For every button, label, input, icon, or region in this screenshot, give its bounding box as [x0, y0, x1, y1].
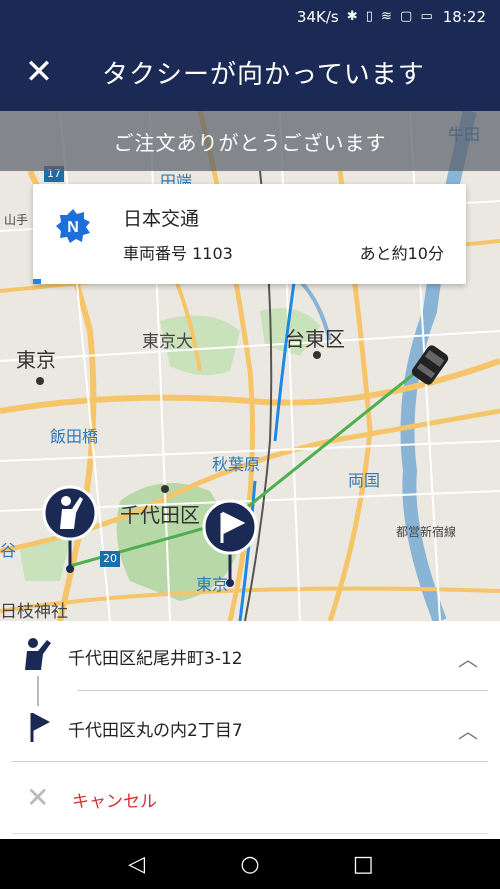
- status-bar: 34K/s ✱ ▯ ≋ ▢ ▭ 18:22: [0, 0, 500, 33]
- route-panel: 千代田区紀尾井町3-12 ︿ 千代田区丸の内2丁目7 ︿ ✕ キャンセル: [0, 621, 500, 839]
- map-label-hie-shrine: 日枝神社: [0, 602, 68, 621]
- app-bar: ✕ タクシーが向かっています: [0, 33, 500, 111]
- map-label-ryogoku: 両国: [348, 471, 381, 490]
- map-label-akihabara: 秋葉原: [212, 455, 261, 474]
- close-icon[interactable]: ✕: [0, 52, 78, 92]
- chevron-up-icon[interactable]: ︿: [458, 643, 478, 672]
- recents-icon[interactable]: □: [343, 852, 383, 877]
- divider: [12, 833, 488, 834]
- close-icon: ✕: [26, 781, 50, 814]
- cancel-button[interactable]: ✕ キャンセル: [0, 763, 500, 831]
- car-number: 車両番号 1103: [123, 244, 233, 263]
- cancel-label: キャンセル: [72, 792, 157, 812]
- thank-you-banner: ご注文ありがとうございます: [0, 111, 500, 171]
- destination-pin-icon[interactable]: [200, 499, 260, 599]
- map-label-tani: 谷: [0, 541, 17, 560]
- page-title: タクシーが向かっています: [102, 59, 425, 90]
- flag-icon: [30, 713, 50, 742]
- divider: [78, 690, 488, 691]
- map-label-route-20: 20: [103, 552, 117, 565]
- map-label-subway-line: 都営新宿線: [396, 525, 457, 539]
- chevron-up-icon[interactable]: ︿: [458, 715, 478, 744]
- company-logo-icon: N: [56, 209, 90, 243]
- map-label-tokyo-univ: 東京大: [142, 332, 193, 352]
- driver-info-card[interactable]: N 日本交通 車両番号 1103 あと約10分: [33, 184, 466, 284]
- dropoff-address: 千代田区丸の内2丁目7: [68, 721, 243, 741]
- eta-text: あと約10分: [359, 244, 444, 263]
- person-waving-icon: [25, 638, 51, 670]
- dropoff-row[interactable]: 千代田区丸の内2丁目7 ︿: [0, 693, 500, 763]
- map-label-chiyoda: 千代田区: [120, 503, 200, 527]
- map-label-tokyo: 東京: [16, 348, 56, 372]
- svg-text:N: N: [67, 219, 79, 236]
- divider: [12, 761, 488, 762]
- pickup-pin-icon[interactable]: [40, 485, 100, 585]
- network-speed: 34K/s: [296, 7, 339, 26]
- clock: 18:22: [442, 7, 486, 26]
- back-icon[interactable]: ◁: [117, 852, 157, 877]
- map-label-iidabashi: 飯田橋: [50, 427, 99, 446]
- home-icon[interactable]: ○: [230, 852, 270, 877]
- pickup-row[interactable]: 千代田区紀尾井町3-12 ︿: [0, 621, 500, 691]
- status-icons: ✱ ▯ ≋ ▢ ▭: [346, 9, 435, 24]
- card-accent: [33, 279, 41, 284]
- map-label-taito: 台東区: [285, 327, 345, 351]
- pickup-address: 千代田区紀尾井町3-12: [68, 649, 243, 669]
- map-label-yamate: 山手: [4, 213, 29, 227]
- system-nav-bar: ◁ ○ □: [0, 839, 500, 889]
- taxi-car-icon: [411, 345, 449, 385]
- company-name: 日本交通: [123, 208, 200, 230]
